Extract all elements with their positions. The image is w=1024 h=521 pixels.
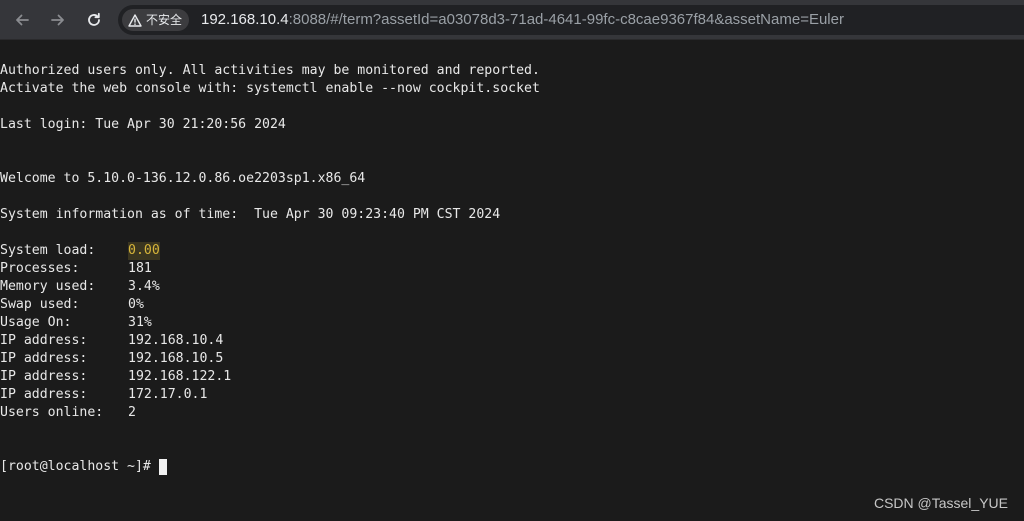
info-value: 3.4% <box>128 279 160 294</box>
info-value: 31% <box>128 315 152 330</box>
info-key: Swap used: <box>0 297 80 312</box>
forward-button[interactable] <box>46 8 70 32</box>
terminal-screen[interactable]: Authorized users only. All activities ma… <box>0 41 1024 521</box>
info-row-users-online: Users online: 2 <box>0 404 1024 422</box>
info-row-usage-on: Usage On: 31% <box>0 314 1024 332</box>
back-button[interactable] <box>10 8 34 32</box>
info-key: Memory used: <box>0 279 96 294</box>
welcome-line: Welcome to 5.10.0-136.12.0.86.oe2203sp1.… <box>0 171 366 186</box>
info-row-system-load: System load: 0.00 <box>0 242 1024 260</box>
watermark: CSDN @Tassel_YUE <box>873 495 1008 511</box>
info-row-ip-address: IP address: 192.168.10.5 <box>0 350 1024 368</box>
banner-line-1: Authorized users only. All activities ma… <box>0 63 540 78</box>
url-path: :8088/#/term?assetId=a03078d3-71ad-4641-… <box>288 11 844 28</box>
browser-toolbar: 不安全 192.168.10.4:8088/#/term?assetId=a03… <box>0 0 1024 40</box>
info-key: IP address: <box>0 369 88 384</box>
info-value-highlighted: 0.00 <box>128 242 160 260</box>
info-key: Usage On: <box>0 315 72 330</box>
info-key: IP address: <box>0 351 88 366</box>
info-value: 0% <box>128 297 144 312</box>
info-row-processes: Processes: 181 <box>0 260 1024 278</box>
info-row-ip-address: IP address: 192.168.10.4 <box>0 332 1024 350</box>
security-indicator[interactable]: 不安全 <box>122 9 190 31</box>
info-key: System load: <box>0 243 96 258</box>
url-host: 192.168.10.4 <box>201 11 289 28</box>
reload-button[interactable] <box>82 8 106 32</box>
info-row-ip-address: IP address: 192.168.122.1 <box>0 368 1024 386</box>
reload-icon <box>86 12 102 28</box>
address-bar[interactable]: 不安全 192.168.10.4:8088/#/term?assetId=a03… <box>118 5 1024 35</box>
sysinfo-line: System information as of time: Tue Apr 3… <box>0 207 501 222</box>
banner-line-2: Activate the web console with: systemctl… <box>0 81 540 96</box>
forward-arrow-icon <box>50 12 66 28</box>
info-row-swap-used: Swap used: 0% <box>0 296 1024 314</box>
url-text[interactable]: 192.168.10.4:8088/#/term?assetId=a03078d… <box>201 5 844 35</box>
info-key: IP address: <box>0 333 88 348</box>
info-value: 2 <box>128 405 136 420</box>
security-label: 不安全 <box>146 13 183 27</box>
shell-prompt: [root@localhost ~]# <box>0 459 151 474</box>
last-login-line: Last login: Tue Apr 30 21:20:56 2024 <box>0 117 286 132</box>
command-prompt-line[interactable]: [root@localhost ~]# <box>0 458 1024 476</box>
info-value: 192.168.10.4 <box>128 333 224 348</box>
info-key: Processes: <box>0 261 80 276</box>
info-row-memory-used: Memory used: 3.4% <box>0 278 1024 296</box>
terminal-cursor <box>158 459 167 475</box>
info-value: 172.17.0.1 <box>128 387 208 402</box>
back-arrow-icon <box>14 12 30 28</box>
info-key: IP address: <box>0 387 88 402</box>
info-value: 181 <box>128 261 152 276</box>
info-row-ip-address: IP address: 172.17.0.1 <box>0 386 1024 404</box>
info-value: 192.168.10.5 <box>128 351 224 366</box>
warning-icon <box>128 13 142 27</box>
info-value: 192.168.122.1 <box>128 369 232 384</box>
info-key: Users online: <box>0 405 104 420</box>
